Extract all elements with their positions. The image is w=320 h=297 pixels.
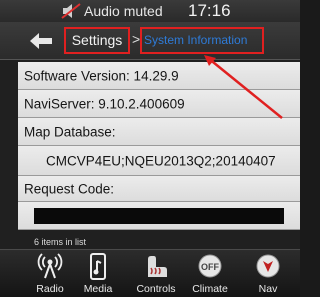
nav-climate-label: Climate [192,283,228,295]
breadcrumb-separator: > [132,31,141,47]
list-item-request-code-value[interactable] [18,202,300,230]
nav-media[interactable]: Media [70,250,126,297]
nav-controls-label: Controls [136,283,176,295]
nav-nav-label: Nav [258,283,278,295]
breadcrumb-settings[interactable]: Settings [64,27,130,54]
climate-off-badge: OFF [201,262,219,272]
request-code-redaction [34,208,284,224]
list-item-naviserver[interactable]: NaviServer: 9.10.2.400609 [18,90,300,118]
media-icon [90,253,106,280]
nav-controls[interactable]: Controls [128,250,184,297]
software-version-text: Software Version: 14.29.9 [24,68,179,83]
nav-icon [256,254,280,278]
map-database-label: Map Database: [24,124,116,139]
list-item-request-code[interactable]: Request Code: [18,176,300,202]
nav-climate[interactable]: OFF Climate [182,250,238,297]
clock: 17:16 [188,1,231,20]
list-item-software-version[interactable]: Software Version: 14.29.9 [18,62,300,90]
audio-status-text: Audio muted [84,3,163,19]
status-bar: Audio muted 17:16 [0,0,300,22]
breadcrumb-system-information: System Information [140,27,264,54]
list-item-map-database-value[interactable]: CMCVP4EU;NQEU2013Q2;20140407 [18,146,300,176]
radio-icon [37,253,63,279]
nav-navigation[interactable]: Nav [240,250,296,297]
speaker-muted-icon [61,3,81,19]
bottom-nav-bar: Radio Media Controls OFF Climate Nav [0,249,300,297]
header-bar: Settings > System Information [0,22,300,60]
back-arrow-icon[interactable] [28,30,54,52]
uconnect-screen: Audio muted 17:16 Settings > System Info… [0,0,300,297]
climate-icon: OFF [198,254,222,278]
list-item-map-database[interactable]: Map Database: [18,118,300,146]
nav-media-label: Media [83,283,113,295]
request-code-label: Request Code: [24,181,115,196]
map-database-value: CMCVP4EU;NQEU2013Q2;20140407 [46,153,276,168]
naviserver-text: NaviServer: 9.10.2.400609 [24,96,185,111]
items-count: 6 items in list [34,237,87,247]
controls-icon [148,256,167,277]
